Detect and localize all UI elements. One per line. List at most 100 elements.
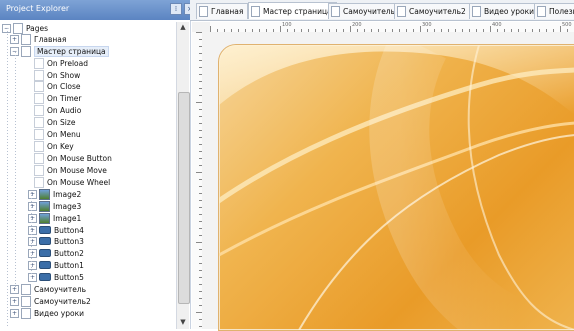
page-icon [537,6,546,17]
tree-item-label: Button4 [54,225,84,235]
pin-button[interactable]: ⁞ [170,3,182,15]
event-script-icon [34,152,44,164]
tree-expander-icon[interactable]: + [28,272,37,282]
tree-item[interactable]: On Mouse Button [34,152,112,164]
tab-label: Самоучитель2 [409,7,466,16]
scroll-up-arrow[interactable]: ▲ [179,23,187,33]
page-tab[interactable]: Самоучитель2 [394,3,471,19]
ruler-number: 500 [562,22,572,28]
tree-item[interactable]: + Button1 [28,259,84,271]
page-icon [21,45,31,57]
tree-expander-icon[interactable]: + [28,236,37,246]
scroll-down-arrow[interactable]: ▼ [179,318,187,328]
tree-expander-icon[interactable]: + [28,248,37,258]
design-canvas[interactable] [202,32,574,331]
page-tab[interactable]: Самоучитель [328,3,401,19]
page-background-image [218,44,574,331]
tree-guide-line [15,52,16,287]
tree-item-label: Image1 [53,213,82,223]
tree-expander-icon[interactable]: + [10,34,19,44]
tree-expander-icon[interactable]: + [28,260,37,270]
tree-item[interactable]: On Mouse Move [34,164,107,176]
abstract-swirl-background [219,45,574,330]
ruler-number: 400 [492,22,502,28]
tree-item-label: On Mouse Move [47,165,107,175]
button-object-icon [39,273,51,281]
tree-item-label: Мастер страница [34,45,109,57]
tree-item[interactable]: + Button3 [28,235,84,247]
tab-label: Видео уроки [484,7,534,16]
tree-item[interactable]: On Close [34,80,80,92]
tree-item[interactable]: On Size [34,116,75,128]
tree-expander-icon[interactable]: + [10,296,19,306]
tree-item[interactable]: + Image3 [28,200,81,212]
ruler-number: 200 [352,22,362,28]
tree-expander-icon[interactable]: + [10,308,19,318]
tree-item[interactable]: + Image2 [28,188,81,200]
page-tab[interactable]: Полезны [534,3,574,19]
tree-item-label: On Audio [47,105,82,115]
button-object-icon [39,249,51,257]
event-script-icon [34,104,44,116]
tree-expander-icon[interactable]: + [28,213,37,223]
tree-item[interactable]: + Самоучитель2 [10,295,91,307]
image-icon [39,188,50,200]
page-icon [13,22,23,34]
event-script-icon [34,140,44,152]
tab-label: Полезны [549,7,574,16]
button-object-icon [39,226,51,234]
tree-item[interactable]: + Button2 [28,247,84,259]
tab-label: Главная [211,7,244,16]
tree-item-label: Самоучитель [34,284,87,294]
event-script-icon [34,176,44,188]
tree-expander-icon[interactable]: + [28,201,37,211]
tree-item[interactable]: On Audio [34,104,81,116]
vertical-glow [369,45,531,330]
tree-item[interactable]: + Видео уроки [10,307,84,319]
page-icon [472,6,481,17]
page-icon [397,6,406,17]
page-tab[interactable]: Мастер страница [248,2,337,19]
project-explorer-pane: Project Explorer ⁞ × −Pages+Главная−Маст… [0,0,200,329]
project-explorer-titlebar: Project Explorer ⁞ × [0,0,200,20]
page-icon [21,295,31,307]
image-icon [39,212,50,224]
tree-item-label: Image2 [53,189,82,199]
ruler-number: 300 [422,22,432,28]
tree-item-label: On Preload [47,58,88,68]
tab-label: Мастер страница [263,6,332,16]
event-script-icon [34,80,44,92]
tree-item[interactable]: On Preload [34,57,88,69]
tree-item[interactable]: On Timer [34,92,81,104]
project-tree[interactable]: −Pages+Главная−Мастер страницаOn Preload… [0,22,176,329]
tree-item[interactable]: + Image1 [28,212,81,224]
tree-item-label: On Close [47,81,81,91]
tree-item-label: On Show [47,70,81,80]
page-tabs: Главная Мастер страница Самоучитель Самоучи… [190,0,574,21]
tree-item[interactable]: + Самоучитель [10,283,86,295]
tree-scrollbar[interactable]: ▲ ▼ [176,22,190,329]
event-script-icon [34,128,44,140]
tree-item[interactable]: On Mouse Wheel [34,176,110,188]
tree-item[interactable]: + Button5 [28,271,84,283]
tree-item-label: Button5 [54,272,84,282]
tree-item-label: On Key [47,141,74,151]
page-icon [21,307,31,319]
tree-expander-icon[interactable]: + [28,225,37,235]
page-tab[interactable]: Видео уроки [469,3,539,19]
tree-item[interactable]: On Key [34,140,74,152]
event-script-icon [34,69,44,81]
tree-item-label: Image3 [53,201,82,211]
tree-item[interactable]: + Главная [10,33,66,45]
event-script-icon [34,164,44,176]
page-icon [21,283,31,295]
tree-item-label: On Timer [47,93,82,103]
event-script-icon [34,92,44,104]
tree-item[interactable]: − Мастер страница [10,45,109,57]
tree-item[interactable]: On Menu [34,128,81,140]
tree-item-label: Главная [34,34,67,44]
page-tab[interactable]: Главная [196,3,249,19]
tree-expander-icon[interactable]: + [28,189,37,199]
tab-label: Самоучитель [343,7,396,16]
scroll-thumb[interactable] [178,92,190,304]
